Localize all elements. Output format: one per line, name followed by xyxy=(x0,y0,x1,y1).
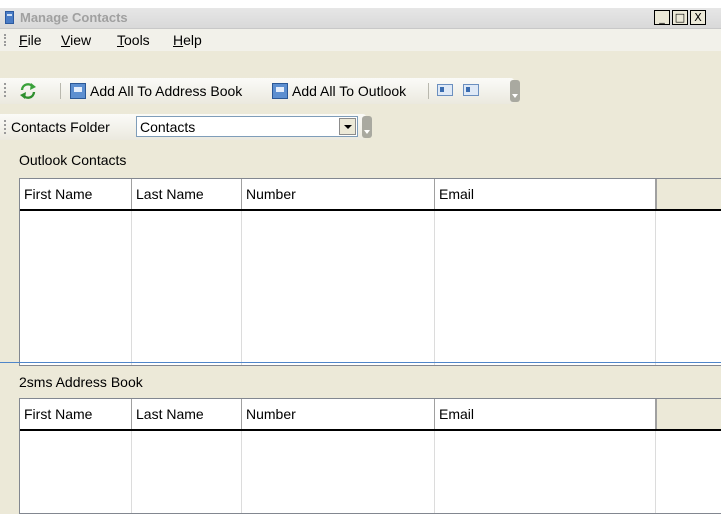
folder-toolbar-overflow-button[interactable] xyxy=(362,116,372,138)
window-title: Manage Contacts xyxy=(20,10,128,25)
column-last-name[interactable]: Last Name xyxy=(132,179,242,209)
menu-view[interactable]: View xyxy=(61,32,91,48)
column-email[interactable]: Email xyxy=(435,399,656,429)
contacts-folder-value: Contacts xyxy=(140,119,196,135)
column-divider xyxy=(655,431,656,513)
column-number[interactable]: Number xyxy=(242,399,435,429)
panel-splitter[interactable] xyxy=(0,362,721,363)
folder-toolbar-grip[interactable] xyxy=(4,120,8,134)
contacts-folder-label: Contacts Folder xyxy=(11,119,110,135)
chevron-down-icon[interactable] xyxy=(339,118,356,135)
toolbar-overflow-button[interactable] xyxy=(510,80,520,102)
toolbar-grip[interactable] xyxy=(4,83,8,97)
title-bar[interactable]: Manage Contacts _ □ X xyxy=(0,8,721,29)
refresh-button[interactable] xyxy=(19,82,39,100)
column-divider xyxy=(655,211,656,365)
contact-card-icon[interactable] xyxy=(437,84,453,96)
column-divider xyxy=(131,211,132,365)
app-icon xyxy=(5,11,14,24)
contact-card-icon[interactable] xyxy=(463,84,479,96)
header-filler xyxy=(656,179,721,209)
menu-file[interactable]: File xyxy=(19,32,42,48)
outlook-book-icon xyxy=(272,83,288,99)
address-book-panel: 2sms Address Book First Name Last Name N… xyxy=(0,366,721,514)
outlook-contacts-title: Outlook Contacts xyxy=(19,152,127,168)
outlook-contacts-panel: Outlook Contacts First Name Last Name Nu… xyxy=(0,144,721,366)
address-book-grid[interactable]: First Name Last Name Number Email xyxy=(19,398,721,514)
header-filler xyxy=(656,399,721,429)
toolbar-separator xyxy=(428,83,429,99)
add-all-to-outlook-label: Add All To Outlook xyxy=(292,83,407,99)
add-all-to-address-book-button[interactable]: Add All To Address Book xyxy=(70,82,260,100)
menu-bar: File View Tools Help xyxy=(0,29,721,51)
column-number[interactable]: Number xyxy=(242,179,435,209)
address-book-icon xyxy=(70,83,86,99)
column-email[interactable]: Email xyxy=(435,179,656,209)
outlook-contacts-grid[interactable]: First Name Last Name Number Email xyxy=(19,178,721,366)
minimize-button[interactable]: _ xyxy=(654,10,670,25)
column-first-name[interactable]: First Name xyxy=(20,179,132,209)
column-first-name[interactable]: First Name xyxy=(20,399,132,429)
column-divider xyxy=(241,211,242,365)
contacts-folder-select[interactable]: Contacts xyxy=(136,116,358,137)
menu-help[interactable]: Help xyxy=(173,32,202,48)
manage-contacts-window: Manage Contacts _ □ X File View Tools He… xyxy=(0,8,721,514)
column-divider xyxy=(131,431,132,513)
toolbar-separator xyxy=(60,83,61,99)
menu-tools[interactable]: Tools xyxy=(117,32,150,48)
column-divider xyxy=(434,211,435,365)
menu-grip[interactable] xyxy=(4,34,8,46)
column-last-name[interactable]: Last Name xyxy=(132,399,242,429)
column-divider xyxy=(434,431,435,513)
address-book-grid-header: First Name Last Name Number Email xyxy=(20,399,721,431)
address-book-title: 2sms Address Book xyxy=(19,374,143,390)
add-all-to-outlook-button[interactable]: Add All To Outlook xyxy=(272,82,422,100)
outlook-grid-header: First Name Last Name Number Email xyxy=(20,179,721,211)
refresh-icon xyxy=(20,83,36,99)
column-divider xyxy=(241,431,242,513)
add-all-to-address-book-label: Add All To Address Book xyxy=(90,83,243,99)
close-button[interactable]: X xyxy=(690,10,706,25)
maximize-button[interactable]: □ xyxy=(672,10,688,25)
